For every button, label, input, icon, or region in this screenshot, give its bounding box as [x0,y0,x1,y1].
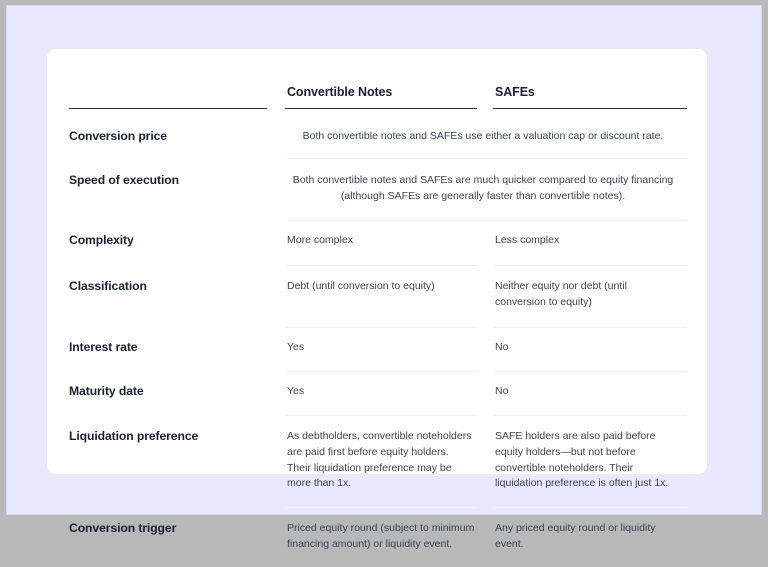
row-label-conversion-price: Conversion price [69,129,167,143]
table-row: Maturity date Yes No [67,372,687,416]
column-header-safes-label: SAFEs [495,85,535,99]
column-header-convertible-notes-label: Convertible Notes [287,85,393,99]
row-label-conversion-trigger: Conversion trigger [69,521,177,536]
row-label-liquidation-preference: Liquidation preference [69,428,199,443]
column-header-safes: SAFEs [487,71,687,118]
row-label-classification: Classification [69,278,147,293]
table-row: Speed of execution Both convertible note… [67,159,687,221]
row-value-conversion-trigger-convertible-notes: Priced equity round (subject to minimum … [287,522,475,551]
row-value-liquidation-preference-safes: SAFE holders are also paid before equity… [487,416,687,509]
row-value-speed-of-execution-merged: Both convertible notes and SAFEs are muc… [279,159,687,221]
table-body: Conversion price Both convertible notes … [67,118,687,567]
row-value-maturity-date-convertible-notes: Yes [279,372,487,416]
row-value-complexity-safes: Less complex [487,221,687,266]
row-label-complexity: Complexity [69,232,134,247]
row-label-speed-of-execution: Speed of execution [69,172,179,187]
table-row: Interest rate Yes No [67,328,687,372]
row-label-maturity-date: Maturity date [69,383,144,398]
header-rule-attribute [69,108,267,109]
row-value-conversion-trigger-safes: Any priced equity round or liquidity eve… [495,522,656,551]
row-value-conversion-price-merged: Both convertible notes and SAFEs use eit… [279,118,687,159]
header-rule-safes [493,108,687,109]
comparison-table: Convertible Notes SAFEs Conversion price… [67,71,687,567]
row-label-interest-rate: Interest rate [69,339,138,354]
row-value-maturity-date-safes: No [487,372,687,416]
row-value-interest-rate-convertible-notes: Yes [279,328,487,372]
table-row: Conversion price Both convertible notes … [67,118,687,159]
table-row: Conversion trigger Priced equity round (… [67,508,687,567]
row-value-liquidation-preference-convertible-notes: As debtholders, convertible noteholders … [279,416,487,509]
row-value-classification-convertible-notes: Debt (until conversion to equity) [279,266,487,328]
row-value-classification-safes: Neither equity nor debt (until conversio… [487,266,687,328]
row-value-complexity-convertible-notes: More complex [279,221,487,266]
table-header: Convertible Notes SAFEs [67,71,687,118]
comparison-card: Convertible Notes SAFEs Conversion price… [47,49,707,550]
column-header-convertible-notes: Convertible Notes [279,71,487,118]
table-row: Liquidation preference As debtholders, c… [67,416,687,509]
table-row: Complexity More complex Less complex [67,221,687,266]
screen-frame: Convertible Notes SAFEs Conversion price… [6,5,762,550]
row-value-interest-rate-safes: No [487,328,687,372]
column-header-attribute [67,71,279,118]
header-rule-convertible-notes [285,108,477,109]
table-row: Classification Debt (until conversion to… [67,266,687,328]
table-header-row: Convertible Notes SAFEs [67,71,687,118]
